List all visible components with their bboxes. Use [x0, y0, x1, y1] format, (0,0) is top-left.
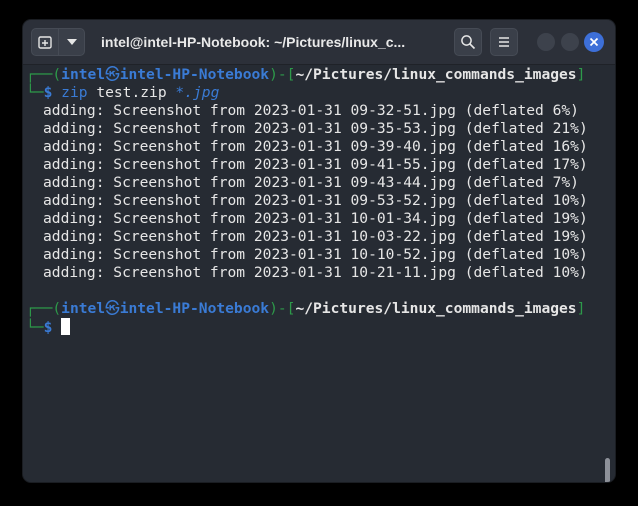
prompt-frame-mid: )-[: [269, 66, 296, 83]
output-line: adding: Screenshot from 2023-01-31 09-32…: [43, 102, 579, 119]
skull-icon: ㉿: [105, 300, 120, 317]
prompt-host: intel-HP-Notebook: [119, 66, 270, 83]
prompt-frame-open: ┌──(: [26, 66, 62, 83]
new-tab-dropdown-button[interactable]: [59, 29, 84, 55]
new-tab-icon: [38, 36, 52, 49]
prompt-user: intel: [61, 300, 106, 317]
output-line: adding: Screenshot from 2023-01-31 09-35…: [43, 120, 588, 137]
prompt-frame-close: ]: [576, 300, 586, 317]
new-tab-button[interactable]: [32, 29, 59, 55]
minimize-button[interactable]: [537, 33, 555, 51]
output-line: adding: Screenshot from 2023-01-31 09-43…: [43, 174, 579, 191]
search-icon: [461, 35, 476, 50]
output-line: adding: Screenshot from 2023-01-31 10-21…: [43, 264, 588, 281]
output-line: adding: Screenshot from 2023-01-31 09-39…: [43, 138, 588, 155]
command-arg: test.zip: [96, 84, 167, 101]
terminal-body[interactable]: ┌──(intel㉿intel-HP-Notebook)-[~/Pictures…: [23, 65, 615, 482]
output-line: adding: Screenshot from 2023-01-31 10-01…: [43, 210, 588, 227]
close-icon: [589, 37, 599, 47]
prompt-line: ┌──(intel㉿intel-HP-Notebook)-[~/Pictures…: [26, 300, 585, 318]
scrollbar-thumb[interactable]: [605, 458, 610, 482]
prompt-symbol: $: [43, 84, 53, 101]
prompt-corner: └─: [26, 84, 44, 101]
prompt-user: intel: [61, 66, 106, 83]
chevron-down-icon: [66, 39, 77, 45]
prompt-line: ┌──(intel㉿intel-HP-Notebook)-[~/Pictures…: [26, 66, 585, 84]
prompt-frame-mid: )-[: [269, 300, 296, 317]
prompt-corner: └─: [26, 319, 44, 336]
output-line: adding: Screenshot from 2023-01-31 09-41…: [43, 156, 588, 173]
search-button[interactable]: [454, 28, 482, 56]
prompt-symbol: $: [43, 319, 53, 336]
prompt-cwd: ~/Pictures/linux_commands_images: [295, 66, 577, 83]
menu-button[interactable]: [490, 28, 518, 56]
command-glob: *.jpg: [175, 84, 220, 101]
prompt-cwd: ~/Pictures/linux_commands_images: [295, 300, 577, 317]
output-line: adding: Screenshot from 2023-01-31 09-53…: [43, 192, 588, 209]
prompt-host: intel-HP-Notebook: [119, 300, 270, 317]
command-line: └─$ zip test.zip *.jpg: [26, 84, 219, 102]
skull-icon: ㉿: [105, 66, 120, 83]
maximize-button[interactable]: [561, 33, 579, 51]
terminal-window: intel@intel-HP-Notebook: ~/Pictures/linu…: [23, 20, 615, 482]
new-tab-button-group: [31, 28, 85, 56]
input-line[interactable]: └─$: [26, 318, 71, 336]
window-title: intel@intel-HP-Notebook: ~/Pictures/linu…: [101, 34, 406, 50]
text-cursor: [61, 318, 71, 335]
prompt-frame-open: ┌──(: [26, 300, 62, 317]
command-name: zip: [61, 84, 88, 101]
prompt-frame-close: ]: [576, 66, 586, 83]
hamburger-menu-icon: [499, 37, 509, 47]
output-line: adding: Screenshot from 2023-01-31 10-10…: [43, 246, 588, 263]
output-line: adding: Screenshot from 2023-01-31 10-03…: [43, 228, 588, 245]
close-button[interactable]: [584, 32, 604, 52]
title-bar[interactable]: intel@intel-HP-Notebook: ~/Pictures/linu…: [23, 20, 615, 65]
